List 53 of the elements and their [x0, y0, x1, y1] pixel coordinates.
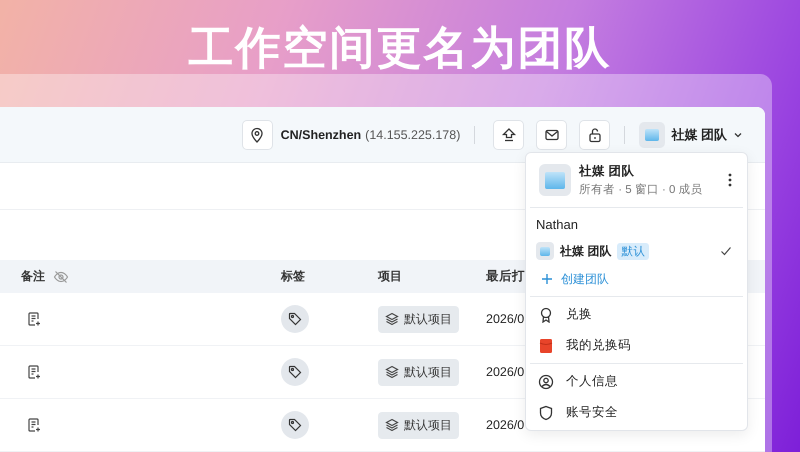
team-item[interactable]: 社媒 团队 默认: [536, 236, 733, 266]
column-header: 项目: [378, 268, 402, 285]
date-text: 2026/0: [486, 365, 524, 379]
tag-icon: [288, 418, 302, 432]
column-header: 最后打: [486, 268, 525, 285]
eye-off-icon[interactable]: [53, 268, 69, 284]
team-switcher[interactable]: 社媒 团队: [639, 122, 743, 148]
tag-button[interactable]: [281, 305, 309, 333]
unlock-icon: [586, 126, 603, 142]
headline: 工作空间更名为团队: [188, 21, 612, 74]
menu-item[interactable]: 我的兑换码: [526, 330, 747, 361]
more-icon[interactable]: [727, 172, 733, 188]
column-header: 备注: [21, 268, 45, 285]
project-chip[interactable]: 默认项目: [378, 412, 459, 438]
map-pin-icon: [249, 126, 266, 142]
tag-button[interactable]: [281, 411, 309, 439]
team-avatar: [639, 122, 666, 148]
user-circle-icon: [538, 374, 554, 390]
lock-button[interactable]: [579, 120, 610, 150]
project-chip[interactable]: 默认项目: [378, 306, 459, 332]
create-team-link[interactable]: 创建团队: [536, 266, 733, 292]
plus-icon: [541, 273, 553, 285]
layers-icon: [385, 365, 399, 379]
envelope-icon: [538, 338, 554, 354]
menu-item[interactable]: 账号安全: [526, 397, 747, 428]
team-name: 社媒 团队: [579, 163, 636, 180]
location-button[interactable]: [242, 120, 273, 150]
award-icon: [538, 306, 554, 322]
tag-icon: [288, 312, 302, 326]
team-avatar: [539, 164, 571, 196]
date-text: 2026/0: [486, 418, 524, 432]
add-note-icon[interactable]: [26, 364, 42, 380]
add-note-icon[interactable]: [26, 311, 42, 327]
tag-button[interactable]: [281, 358, 309, 386]
add-note-icon[interactable]: [26, 417, 42, 433]
layers-icon: [385, 418, 399, 432]
owner-name: Nathan: [536, 216, 579, 234]
layers-icon: [385, 312, 399, 326]
ip-address: (14.155.225.178): [365, 128, 460, 142]
shield-icon: [538, 404, 554, 420]
default-badge: 默认: [617, 242, 650, 260]
column-header: 标签: [281, 268, 305, 285]
location-text: CN/Shenzhen: [280, 128, 362, 142]
mail-button[interactable]: [536, 120, 568, 150]
menu-item[interactable]: 个人信息: [526, 366, 747, 397]
team-avatar: [536, 242, 554, 260]
team-meta: 所有者 · 5 窗口 · 0 成员: [579, 182, 704, 197]
date-text: 2026/0: [486, 312, 524, 326]
tag-icon: [288, 365, 302, 379]
upload-button[interactable]: [493, 120, 524, 150]
menu-item[interactable]: 兑换: [526, 299, 747, 330]
upload-icon: [500, 126, 517, 142]
project-chip[interactable]: 默认项目: [378, 358, 459, 386]
